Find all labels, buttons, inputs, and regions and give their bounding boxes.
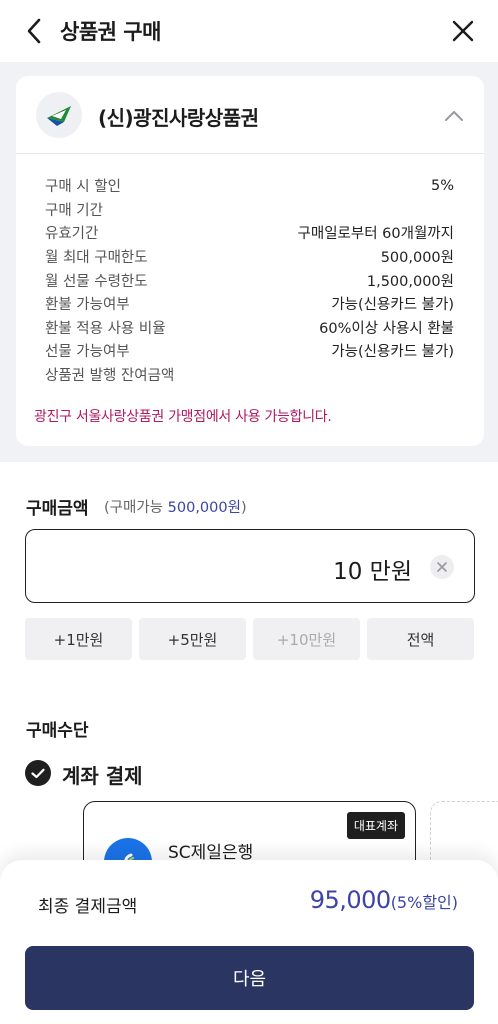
limit-suffix: ) <box>240 500 247 516</box>
limit-amount: 500,000원 <box>167 500 241 516</box>
clear-amount-button[interactable] <box>430 555 454 579</box>
detail-row: 유효기간 구매일로부터 60개월까지 <box>45 221 454 245</box>
voucher-name: (신)광진사랑상품권 <box>98 106 259 130</box>
chevron-left-icon <box>27 18 41 44</box>
add-50000-button[interactable]: +5만원 <box>139 618 246 660</box>
voucher-purchase-screen: 상품권 구매 (신)광진사랑상품권 구매 시 할인 5% 구매 기간 유효기간 … <box>0 0 498 1024</box>
back-button[interactable] <box>20 17 48 45</box>
voucher-logo-icon <box>47 106 71 126</box>
collapse-toggle[interactable] <box>442 104 466 128</box>
close-icon <box>452 20 474 42</box>
detail-row: 상품권 발행 잔여금액 <box>45 363 454 387</box>
payment-section-title: 구매수단 <box>26 721 89 741</box>
voucher-logo <box>36 92 82 138</box>
detail-row: 월 선물 수령한도 1,500,000원 <box>45 268 454 292</box>
detail-value: 가능(신용카드 불가) <box>331 344 454 361</box>
detail-label: 월 선물 수령한도 <box>45 273 148 290</box>
add-100000-button[interactable]: +10만원 <box>253 618 360 660</box>
detail-value: 5% <box>430 177 454 194</box>
close-button[interactable] <box>448 16 478 46</box>
final-amount-value: 95,000 <box>309 886 391 914</box>
detail-value: 구매일로부터 60개월까지 <box>297 226 454 243</box>
final-amount-label: 최종 결제금액 <box>38 897 138 917</box>
detail-label: 환불 가능여부 <box>45 297 130 314</box>
check-icon <box>31 768 45 778</box>
detail-row: 선물 가능여부 가능(신용카드 불가) <box>45 339 454 363</box>
payment-method-label[interactable]: 계좌 결제 <box>62 760 143 789</box>
usage-notice: 광진구 서울사랑상품권 가맹점에서 사용 가능합니다. <box>34 409 332 425</box>
purchase-limit-text: (구매가능 500,000원) <box>104 496 247 517</box>
amount-value: 10 만원 <box>333 559 412 585</box>
detail-row: 구매 시 할인 5% <box>45 174 454 198</box>
detail-row: 월 최대 구매한도 500,000원 <box>45 245 454 269</box>
add-10000-button[interactable]: +1만원 <box>25 618 132 660</box>
detail-value: 가능(신용카드 불가) <box>331 297 454 314</box>
chevron-up-icon <box>445 111 463 121</box>
primary-account-badge: 대표계좌 <box>346 812 405 839</box>
payment-summary-sheet: 최종 결제금액 95,000 (5%할인) 다음 <box>0 860 498 1024</box>
detail-row: 구매 기간 <box>45 198 454 222</box>
voucher-card-header[interactable]: (신)광진사랑상품권 <box>16 76 484 154</box>
amount-input[interactable]: 10 만원 <box>25 529 475 603</box>
detail-label: 유효기간 <box>45 226 99 243</box>
detail-label: 환불 적용 사용 비율 <box>45 320 166 337</box>
next-button[interactable]: 다음 <box>25 946 474 1010</box>
account-payment-checkbox[interactable] <box>25 760 51 786</box>
detail-label: 구매 시 할인 <box>45 179 121 196</box>
detail-label: 상품권 발행 잔여금액 <box>45 368 175 385</box>
discount-note: (5%할인) <box>390 893 458 912</box>
amount-section-title: 구매금액 <box>26 499 89 519</box>
header: 상품권 구매 <box>0 0 498 62</box>
detail-value: 60%이상 사용시 환불 <box>319 320 454 337</box>
detail-value: 1,500,000원 <box>366 273 454 290</box>
detail-value: 500,000원 <box>380 250 454 267</box>
detail-label: 구매 기간 <box>45 202 103 219</box>
detail-row: 환불 적용 사용 비율 60%이상 사용시 환불 <box>45 316 454 340</box>
limit-prefix: (구매가능 <box>104 500 168 516</box>
full-amount-button[interactable]: 전액 <box>367 618 474 660</box>
voucher-details: 구매 시 할인 5% 구매 기간 유효기간 구매일로부터 60개월까지 월 최대… <box>45 174 454 386</box>
detail-label: 월 최대 구매한도 <box>45 250 148 267</box>
detail-row: 환불 가능여부 가능(신용카드 불가) <box>45 292 454 316</box>
clear-icon <box>437 562 447 572</box>
page-title: 상품권 구매 <box>60 20 161 44</box>
voucher-info-card: (신)광진사랑상품권 구매 시 할인 5% 구매 기간 유효기간 구매일로부터 … <box>16 76 484 446</box>
final-amount: 95,000 (5%할인) <box>310 886 458 914</box>
detail-label: 선물 가능여부 <box>45 344 130 361</box>
